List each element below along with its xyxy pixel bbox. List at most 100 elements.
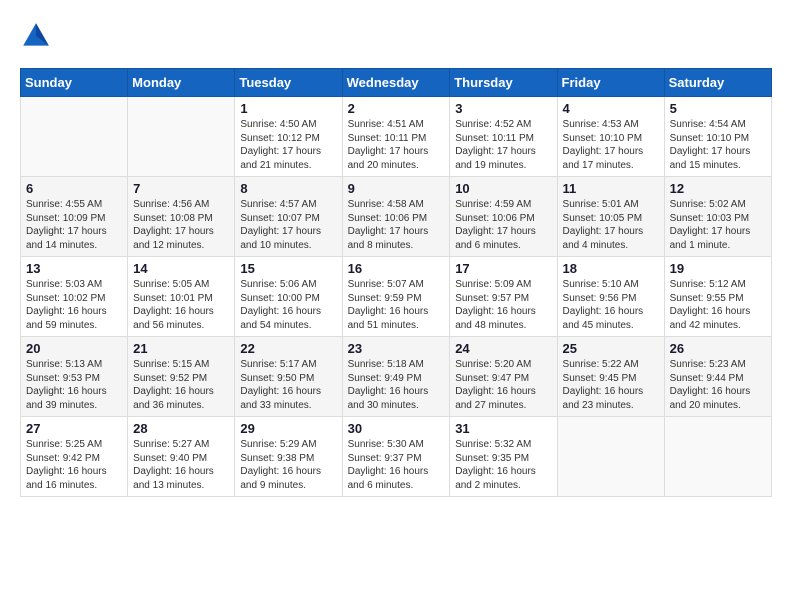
calendar-cell: 9 Sunrise: 4:58 AM Sunset: 10:06 PM Dayli…: [342, 177, 450, 257]
header: [20, 20, 772, 52]
calendar-cell: [557, 417, 664, 497]
day-number: 27: [26, 421, 122, 436]
weekday-header-row: SundayMondayTuesdayWednesdayThursdayFrid…: [21, 69, 772, 97]
day-number: 24: [455, 341, 551, 356]
calendar-cell: 6Sunrise: 4:55 AM Sunset: 10:09 PM Dayli…: [21, 177, 128, 257]
weekday-header: Saturday: [664, 69, 771, 97]
calendar-cell: 3 Sunrise: 4:52 AM Sunset: 10:11 PM Dayli…: [450, 97, 557, 177]
day-number: 18: [563, 261, 659, 276]
calendar-cell: 31 Sunrise: 5:32 AM Sunset: 9:35 PM Dayli…: [450, 417, 557, 497]
calendar: SundayMondayTuesdayWednesdayThursdayFrid…: [20, 68, 772, 497]
cell-text: Sunrise: 4:57 AM Sunset: 10:07 PM Daylig…: [240, 198, 336, 252]
calendar-cell: 16Sunrise: 5:07 AM Sunset: 9:59 PM Dayli…: [342, 257, 450, 337]
calendar-cell: 28 Sunrise: 5:27 AM Sunset: 9:40 PM Dayli…: [128, 417, 235, 497]
cell-text: Sunrise: 5:20 AM Sunset: 9:47 PM Dayligh…: [455, 358, 551, 412]
calendar-cell: 2 Sunrise: 4:51 AM Sunset: 10:11 PM Dayli…: [342, 97, 450, 177]
calendar-cell: 8 Sunrise: 4:57 AM Sunset: 10:07 PM Dayli…: [235, 177, 342, 257]
cell-text: Sunrise: 4:53 AM Sunset: 10:10 PM Daylig…: [563, 118, 659, 172]
cell-text: Sunrise: 5:12 AM Sunset: 9:55 PM Dayligh…: [670, 278, 766, 332]
cell-text: Sunrise: 5:10 AM Sunset: 9:56 PM Dayligh…: [563, 278, 659, 332]
calendar-week-row: 27Sunrise: 5:25 AM Sunset: 9:42 PM Dayli…: [21, 417, 772, 497]
cell-text: Sunrise: 4:50 AM Sunset: 10:12 PM Daylig…: [240, 118, 336, 172]
day-number: 4: [563, 101, 659, 116]
day-number: 10: [455, 181, 551, 196]
cell-text: Sunrise: 5:09 AM Sunset: 9:57 PM Dayligh…: [455, 278, 551, 332]
calendar-cell: 30 Sunrise: 5:30 AM Sunset: 9:37 PM Dayli…: [342, 417, 450, 497]
calendar-cell: 15Sunrise: 5:06 AM Sunset: 10:00 PM Dayl…: [235, 257, 342, 337]
day-number: 21: [133, 341, 229, 356]
day-number: 13: [26, 261, 122, 276]
weekday-header: Thursday: [450, 69, 557, 97]
calendar-cell: 1 Sunrise: 4:50 AM Sunset: 10:12 PM Dayli…: [235, 97, 342, 177]
day-number: 9: [348, 181, 445, 196]
day-number: 7: [133, 181, 229, 196]
logo: [20, 20, 56, 52]
weekday-header: Friday: [557, 69, 664, 97]
cell-text: Sunrise: 4:59 AM Sunset: 10:06 PM Daylig…: [455, 198, 551, 252]
day-number: 20: [26, 341, 122, 356]
cell-text: Sunrise: 4:56 AM Sunset: 10:08 PM Daylig…: [133, 198, 229, 252]
calendar-cell: 21Sunrise: 5:15 AM Sunset: 9:52 PM Dayli…: [128, 337, 235, 417]
cell-text: Sunrise: 5:17 AM Sunset: 9:50 PM Dayligh…: [240, 358, 336, 412]
cell-text: Sunrise: 4:55 AM Sunset: 10:09 PM Daylig…: [26, 198, 122, 252]
calendar-cell: 24 Sunrise: 5:20 AM Sunset: 9:47 PM Dayli…: [450, 337, 557, 417]
weekday-header: Wednesday: [342, 69, 450, 97]
calendar-cell: 13 Sunrise: 5:03 AM Sunset: 10:02 PM Dayl…: [21, 257, 128, 337]
calendar-cell: 12Sunrise: 5:02 AM Sunset: 10:03 PM Dayl…: [664, 177, 771, 257]
day-number: 19: [670, 261, 766, 276]
cell-text: Sunrise: 5:27 AM Sunset: 9:40 PM Dayligh…: [133, 438, 229, 492]
calendar-cell: 23Sunrise: 5:18 AM Sunset: 9:49 PM Dayli…: [342, 337, 450, 417]
calendar-cell: 10 Sunrise: 4:59 AM Sunset: 10:06 PM Dayl…: [450, 177, 557, 257]
calendar-week-row: 1 Sunrise: 4:50 AM Sunset: 10:12 PM Dayli…: [21, 97, 772, 177]
cell-text: Sunrise: 5:29 AM Sunset: 9:38 PM Dayligh…: [240, 438, 336, 492]
day-number: 23: [348, 341, 445, 356]
calendar-cell: 27Sunrise: 5:25 AM Sunset: 9:42 PM Dayli…: [21, 417, 128, 497]
day-number: 22: [240, 341, 336, 356]
day-number: 1: [240, 101, 336, 116]
cell-text: Sunrise: 4:54 AM Sunset: 10:10 PM Daylig…: [670, 118, 766, 172]
calendar-cell: 22 Sunrise: 5:17 AM Sunset: 9:50 PM Dayli…: [235, 337, 342, 417]
cell-text: Sunrise: 4:51 AM Sunset: 10:11 PM Daylig…: [348, 118, 445, 172]
calendar-cell: [664, 417, 771, 497]
calendar-week-row: 6Sunrise: 4:55 AM Sunset: 10:09 PM Dayli…: [21, 177, 772, 257]
calendar-cell: 14Sunrise: 5:05 AM Sunset: 10:01 PM Dayl…: [128, 257, 235, 337]
calendar-cell: 18 Sunrise: 5:10 AM Sunset: 9:56 PM Dayli…: [557, 257, 664, 337]
cell-text: Sunrise: 5:23 AM Sunset: 9:44 PM Dayligh…: [670, 358, 766, 412]
calendar-week-row: 20 Sunrise: 5:13 AM Sunset: 9:53 PM Dayli…: [21, 337, 772, 417]
calendar-cell: 11Sunrise: 5:01 AM Sunset: 10:05 PM Dayl…: [557, 177, 664, 257]
cell-text: Sunrise: 5:30 AM Sunset: 9:37 PM Dayligh…: [348, 438, 445, 492]
day-number: 11: [563, 181, 659, 196]
day-number: 25: [563, 341, 659, 356]
calendar-week-row: 13 Sunrise: 5:03 AM Sunset: 10:02 PM Dayl…: [21, 257, 772, 337]
calendar-cell: 19 Sunrise: 5:12 AM Sunset: 9:55 PM Dayli…: [664, 257, 771, 337]
calendar-cell: 26Sunrise: 5:23 AM Sunset: 9:44 PM Dayli…: [664, 337, 771, 417]
day-number: 12: [670, 181, 766, 196]
weekday-header: Tuesday: [235, 69, 342, 97]
day-number: 16: [348, 261, 445, 276]
calendar-cell: 4 Sunrise: 4:53 AM Sunset: 10:10 PM Dayli…: [557, 97, 664, 177]
calendar-cell: [128, 97, 235, 177]
cell-text: Sunrise: 5:03 AM Sunset: 10:02 PM Daylig…: [26, 278, 122, 332]
day-number: 14: [133, 261, 229, 276]
day-number: 28: [133, 421, 229, 436]
cell-text: Sunrise: 4:58 AM Sunset: 10:06 PM Daylig…: [348, 198, 445, 252]
day-number: 5: [670, 101, 766, 116]
calendar-cell: 17Sunrise: 5:09 AM Sunset: 9:57 PM Dayli…: [450, 257, 557, 337]
weekday-header: Sunday: [21, 69, 128, 97]
cell-text: Sunrise: 5:22 AM Sunset: 9:45 PM Dayligh…: [563, 358, 659, 412]
day-number: 15: [240, 261, 336, 276]
day-number: 30: [348, 421, 445, 436]
calendar-cell: 29Sunrise: 5:29 AM Sunset: 9:38 PM Dayli…: [235, 417, 342, 497]
day-number: 2: [348, 101, 445, 116]
calendar-cell: 20 Sunrise: 5:13 AM Sunset: 9:53 PM Dayli…: [21, 337, 128, 417]
cell-text: Sunrise: 5:13 AM Sunset: 9:53 PM Dayligh…: [26, 358, 122, 412]
cell-text: Sunrise: 5:32 AM Sunset: 9:35 PM Dayligh…: [455, 438, 551, 492]
day-number: 3: [455, 101, 551, 116]
weekday-header: Monday: [128, 69, 235, 97]
calendar-cell: 25 Sunrise: 5:22 AM Sunset: 9:45 PM Dayli…: [557, 337, 664, 417]
day-number: 8: [240, 181, 336, 196]
cell-text: Sunrise: 4:52 AM Sunset: 10:11 PM Daylig…: [455, 118, 551, 172]
calendar-cell: [21, 97, 128, 177]
calendar-cell: 7 Sunrise: 4:56 AM Sunset: 10:08 PM Dayli…: [128, 177, 235, 257]
day-number: 31: [455, 421, 551, 436]
